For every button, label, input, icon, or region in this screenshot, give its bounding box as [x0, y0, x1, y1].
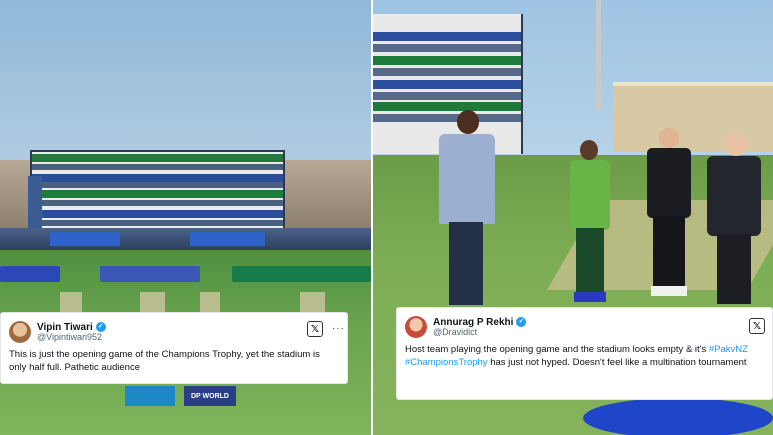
image-composite: DP WORLD Vipin Tiwari ✓ @Vipintiwari952 𝕏…	[0, 0, 773, 435]
author-name[interactable]: Annurag P Rekhi	[433, 317, 513, 328]
x-logo-icon[interactable]: 𝕏	[307, 321, 323, 337]
left-stadium-photo: DP WORLD Vipin Tiwari ✓ @Vipintiwari952 𝕏…	[0, 0, 371, 435]
sponsor-board	[125, 386, 175, 406]
floodlight-pole	[596, 0, 601, 110]
tweet-header: Annurag P Rekhi ✓ @Dravidict	[405, 314, 764, 340]
image-divider	[371, 0, 373, 435]
pitch-strip	[200, 292, 220, 314]
avatar[interactable]	[9, 321, 31, 343]
empty-seats	[190, 232, 265, 246]
pakistan-captain-figure	[568, 140, 612, 302]
match-referee-figure	[705, 134, 763, 304]
ceremony-banner	[232, 266, 371, 282]
tweet-card-left[interactable]: Vipin Tiwari ✓ @Vipintiwari952 𝕏 ··· This…	[0, 312, 348, 384]
pitch-strip	[300, 292, 325, 314]
right-toss-photo: Annurag P Rekhi ✓ @Dravidict 𝕏 Host team …	[373, 0, 773, 435]
avatar[interactable]	[405, 316, 427, 338]
pitch-logo	[583, 398, 773, 435]
more-options-icon[interactable]: ···	[332, 323, 345, 334]
tweet-card-right[interactable]: Annurag P Rekhi ✓ @Dravidict 𝕏 Host team …	[396, 307, 773, 400]
dp-world-board: DP WORLD	[184, 386, 236, 406]
pitch-strip	[140, 292, 165, 314]
tweet-text: This is just the opening game of the Cha…	[9, 349, 320, 373]
presenter-figure	[437, 110, 497, 305]
hashtag-championstrophy[interactable]: #ChampionsTrophy	[405, 357, 488, 368]
hashtag-pakvnz[interactable]: #PakvNZ	[709, 344, 748, 355]
empty-seats	[50, 232, 120, 246]
tweet-text-part: has just not hyped. Doesn't feel like a …	[487, 356, 747, 368]
author-handle[interactable]: @Dravidict	[433, 327, 526, 338]
author-name[interactable]: Vipin Tiwari	[37, 322, 93, 333]
x-logo-icon[interactable]: 𝕏	[749, 318, 765, 334]
ceremony-banner	[0, 266, 60, 282]
verified-icon: ✓	[95, 322, 106, 333]
tweet-text-part: Host team playing the opening game and t…	[405, 344, 709, 355]
new-zealand-captain-figure	[645, 128, 693, 298]
tweet-text: Host team playing the opening game and t…	[405, 344, 764, 370]
ceremony-banner	[100, 266, 200, 282]
author-handle[interactable]: @Vipintiwari952	[37, 332, 106, 343]
pitch-strip	[60, 292, 82, 314]
tweet-header: Vipin Tiwari ✓ @Vipintiwari952	[9, 319, 339, 345]
verified-icon: ✓	[516, 317, 527, 328]
